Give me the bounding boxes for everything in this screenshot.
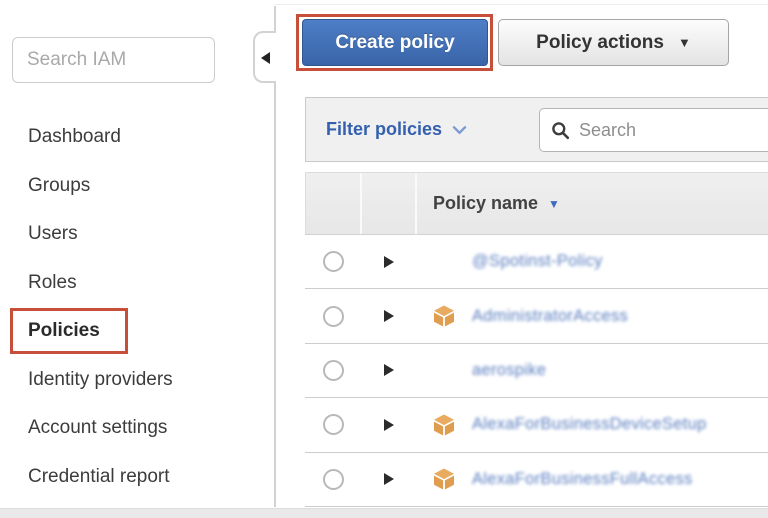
header-select-column (306, 173, 362, 234)
sidebar-item-label: Account settings (28, 417, 167, 438)
sidebar-item-label: Policies (28, 320, 100, 341)
sidebar-item-label: Dashboard (28, 126, 121, 147)
row-radio-button[interactable] (323, 251, 344, 272)
policy-icon-slot (432, 250, 456, 274)
table-header-row: Policy name ▼ (305, 172, 768, 235)
chevron-down-icon (452, 125, 467, 135)
table-row: @Spotinst-Policy (305, 235, 768, 289)
arrow-left-icon (261, 52, 270, 64)
policy-icon-slot (432, 358, 456, 382)
row-radio-button[interactable] (323, 414, 344, 435)
caret-down-icon: ▼ (678, 36, 691, 49)
triangle-right-icon[interactable] (384, 310, 394, 322)
row-radio-button[interactable] (323, 360, 344, 381)
sidebar-item-account-settings[interactable]: Account settings (0, 404, 275, 453)
page-bottom-edge (0, 508, 768, 518)
sidebar-item-groups[interactable]: Groups (0, 162, 275, 211)
table-row: aerospike (305, 344, 768, 398)
policies-table: Policy name ▼ @Spotinst-Policy Administr… (305, 172, 768, 507)
create-policy-button[interactable]: Create policy (302, 19, 488, 66)
row-radio-button[interactable] (323, 306, 344, 327)
row-radio-button[interactable] (323, 469, 344, 490)
iam-sidebar: Dashboard Groups Users Roles Policies Id… (0, 0, 275, 508)
iam-search-input[interactable] (12, 37, 215, 83)
header-expand-column (362, 173, 417, 234)
table-row: AlexaForBusinessFullAccess (305, 453, 768, 507)
sidebar-item-label: Identity providers (28, 369, 173, 390)
sidebar-item-label: Roles (28, 272, 77, 293)
policy-actions-button[interactable]: Policy actions ▼ (498, 19, 729, 66)
orange-cube-icon (432, 413, 456, 437)
table-row: AlexaForBusinessDeviceSetup (305, 398, 768, 452)
policy-name-link[interactable]: AlexaForBusinessFullAccess (472, 470, 693, 489)
sidebar-collapse-button[interactable] (253, 31, 276, 83)
sidebar-item-credential-report[interactable]: Credential report (0, 453, 275, 502)
filter-bar: Filter policies (305, 97, 768, 162)
sidebar-item-policies[interactable]: Policies (0, 307, 275, 356)
policy-name-link[interactable]: AdministratorAccess (472, 307, 628, 326)
policy-name-link[interactable]: aerospike (472, 361, 546, 380)
policy-search-input[interactable] (577, 119, 768, 142)
triangle-right-icon[interactable] (384, 256, 394, 268)
policy-name-link[interactable]: @Spotinst-Policy (472, 252, 603, 271)
orange-cube-icon (432, 304, 456, 328)
policy-name-header-label: Policy name (433, 193, 538, 214)
magnifier-icon (551, 121, 570, 140)
sidebar-nav: Dashboard Groups Users Roles Policies Id… (0, 113, 275, 501)
policy-actions-label: Policy actions (536, 32, 664, 54)
sidebar-item-roles[interactable]: Roles (0, 259, 275, 308)
sidebar-item-identity-providers[interactable]: Identity providers (0, 356, 275, 405)
sidebar-item-users[interactable]: Users (0, 210, 275, 259)
table-row: AdministratorAccess (305, 289, 768, 343)
filter-policies-label: Filter policies (326, 119, 442, 140)
triangle-right-icon[interactable] (384, 419, 394, 431)
policy-search-box (539, 108, 768, 152)
triangle-right-icon[interactable] (384, 473, 394, 485)
sort-caret-down-icon: ▼ (548, 198, 560, 210)
sidebar-item-label: Groups (28, 175, 90, 196)
orange-cube-icon (432, 467, 456, 491)
sidebar-item-label: Credential report (28, 466, 170, 487)
sidebar-item-label: Users (28, 223, 78, 244)
policy-name-sort-header[interactable]: Policy name ▼ (417, 193, 768, 214)
sidebar-item-dashboard[interactable]: Dashboard (0, 113, 275, 162)
policy-name-link[interactable]: AlexaForBusinessDeviceSetup (472, 415, 707, 434)
filter-policies-dropdown[interactable]: Filter policies (326, 119, 467, 140)
triangle-right-icon[interactable] (384, 364, 394, 376)
